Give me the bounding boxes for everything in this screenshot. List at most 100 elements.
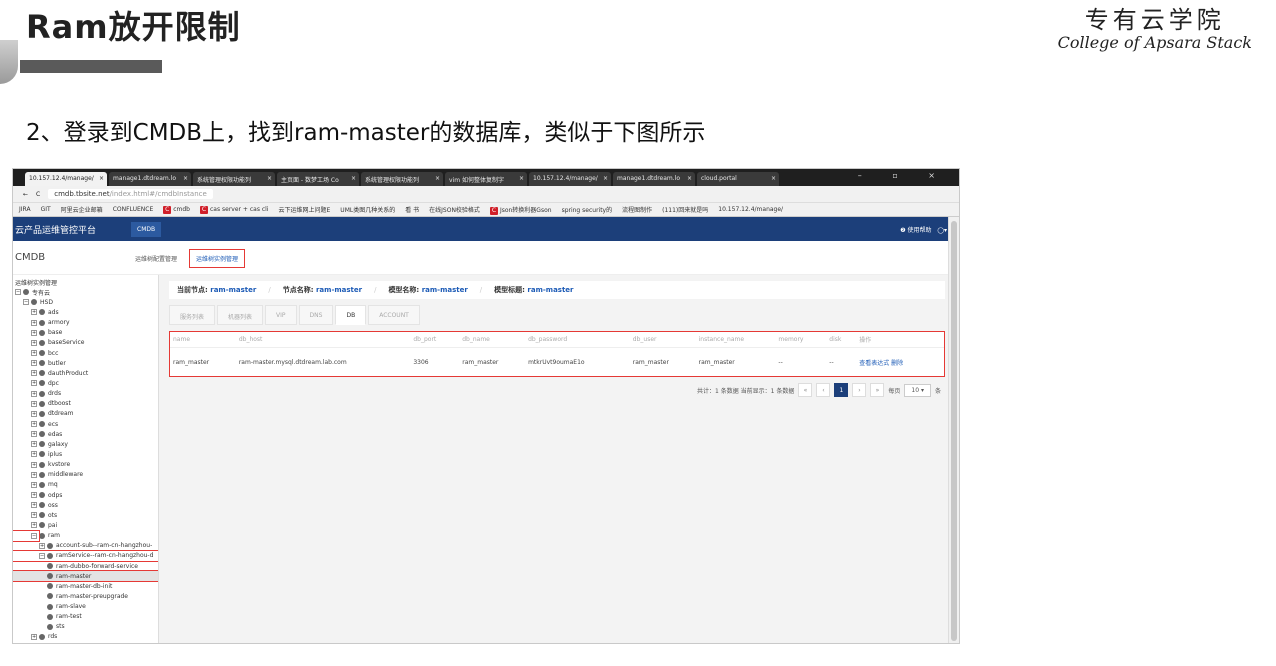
browser-tab[interactable]: 10.157.12.4/manage/ ×: [25, 172, 107, 186]
top-tab-cmdb[interactable]: CMDB: [131, 221, 162, 237]
close-icon[interactable]: ×: [519, 175, 524, 182]
tree-node[interactable]: + dtdream: [13, 409, 158, 419]
expand-icon[interactable]: +: [31, 339, 37, 346]
tree-node[interactable]: ram-master: [13, 570, 158, 583]
close-icon[interactable]: ×: [183, 175, 188, 182]
column-header[interactable]: db_password: [525, 336, 630, 343]
bookmark-item[interactable]: spring security的: [562, 205, 613, 214]
expand-icon[interactable]: +: [31, 633, 37, 640]
tree-node[interactable]: 运维树实例管理: [13, 277, 158, 287]
tab-服务列表[interactable]: 服务列表: [169, 305, 216, 325]
expand-icon[interactable]: +: [39, 542, 45, 549]
tab-vip[interactable]: VIP: [265, 305, 297, 325]
bookmark-item[interactable]: GIT: [41, 206, 51, 213]
close-icon[interactable]: ×: [99, 175, 104, 182]
help-link[interactable]: ❷ 使用帮助 ◯▾: [900, 225, 947, 234]
tree-node[interactable]: + dtboost: [13, 399, 158, 409]
bookmark-item[interactable]: (111)回来就是吗: [662, 205, 708, 214]
expand-icon[interactable]: +: [31, 350, 37, 357]
bookmark-item[interactable]: 云下运维网上问题E: [279, 205, 331, 214]
expand-icon[interactable]: +: [31, 431, 37, 438]
close-icon[interactable]: ×: [687, 175, 692, 182]
expand-icon[interactable]: +: [31, 370, 37, 377]
tree-node[interactable]: + ots: [13, 510, 158, 520]
tree-node[interactable]: + dauthProduct: [13, 368, 158, 378]
tree-node[interactable]: + rds: [13, 632, 158, 642]
expand-icon[interactable]: +: [31, 400, 37, 407]
tab-tree-config[interactable]: 运维树配置管理: [135, 254, 177, 263]
tree-node[interactable]: + baseService: [13, 338, 158, 348]
close-icon[interactable]: ×: [267, 175, 272, 182]
bookmark-item[interactable]: JIRA: [19, 206, 31, 213]
tree-node[interactable]: − HSD: [13, 297, 158, 307]
tree-node[interactable]: + butler: [13, 358, 158, 368]
browser-tab[interactable]: vim 如何整体复制字 ×: [445, 172, 527, 186]
tree-node[interactable]: + ads: [13, 307, 158, 317]
tree-node[interactable]: − 专有云: [13, 287, 158, 297]
expand-icon[interactable]: +: [31, 471, 37, 478]
browser-tab[interactable]: cloud.portal ×: [697, 172, 779, 186]
tree-node[interactable]: + pai: [13, 520, 158, 530]
bookmark-item[interactable]: Ccmdb: [163, 205, 190, 214]
tab-account[interactable]: ACCOUNT: [368, 305, 420, 325]
column-header[interactable]: db_port: [410, 336, 459, 343]
bookmark-item[interactable]: C Json转换利器Gson: [489, 205, 552, 215]
bookmark-item[interactable]: 10.157.12.4/manage/: [718, 206, 783, 213]
window-controls[interactable]: – ▫ ×: [858, 171, 949, 180]
user-menu[interactable]: ◯▾: [937, 227, 947, 234]
tree-node[interactable]: + dpc: [13, 378, 158, 388]
expand-icon[interactable]: +: [31, 441, 37, 448]
tree-node[interactable]: ram-master-preupgrade: [13, 591, 158, 601]
expand-icon[interactable]: +: [31, 410, 37, 417]
per-page-select[interactable]: 10 ▾: [904, 383, 931, 397]
bookmark-item[interactable]: CONFLUENCE: [113, 206, 154, 213]
browser-tab[interactable]: manage1.dtdream.lo ×: [613, 172, 695, 186]
reload-icon[interactable]: C: [36, 191, 40, 198]
expand-icon[interactable]: +: [31, 492, 37, 499]
expand-icon[interactable]: +: [31, 451, 37, 458]
back-icon[interactable]: ←: [23, 191, 28, 198]
tree-node[interactable]: + ecs: [13, 419, 158, 429]
column-header[interactable]: db_host: [236, 336, 411, 343]
pager-last-button[interactable]: »: [870, 383, 885, 397]
tree-node[interactable]: ram-slave: [13, 602, 158, 612]
bookmark-item[interactable]: 在线JSON校验格式: [429, 205, 480, 214]
bookmark-item[interactable]: Ccas server + cas cli: [200, 205, 269, 214]
collapse-icon[interactable]: −: [31, 532, 37, 539]
expand-icon[interactable]: +: [31, 309, 37, 316]
tree-node[interactable]: sts: [13, 622, 158, 632]
tree-node[interactable]: + middleware: [13, 470, 158, 480]
bookmark-item[interactable]: 看 书: [405, 205, 419, 214]
pager-prev-button[interactable]: ‹: [816, 383, 831, 397]
collapse-icon[interactable]: −: [23, 299, 29, 306]
expand-icon[interactable]: +: [31, 421, 37, 428]
close-icon[interactable]: ×: [603, 175, 608, 182]
expand-icon[interactable]: +: [31, 390, 37, 397]
collapse-icon[interactable]: −: [39, 552, 45, 559]
row-actions-link[interactable]: 查看表达式 删除: [856, 358, 944, 367]
tree-node[interactable]: + armory: [13, 318, 158, 328]
browser-tab[interactable]: manage1.dtdream.lo ×: [109, 172, 191, 186]
expand-icon[interactable]: +: [31, 512, 37, 519]
tree-node[interactable]: ram-master-db-init: [13, 581, 158, 591]
tree-node[interactable]: + iplus: [13, 449, 158, 459]
tree-node[interactable]: − ram: [13, 529, 60, 542]
column-header[interactable]: 操作: [856, 335, 944, 344]
collapse-icon[interactable]: −: [15, 289, 21, 296]
browser-tab[interactable]: 系统管理权限功能列 ×: [361, 172, 443, 186]
pager-first-button[interactable]: «: [798, 383, 813, 397]
tree-node[interactable]: + account-sub--ram-cn-hangzhou-: [13, 541, 158, 551]
tree-node[interactable]: + drds: [13, 389, 158, 399]
tab-机器列表[interactable]: 机器列表: [217, 305, 264, 325]
pager-next-button[interactable]: ›: [852, 383, 867, 397]
bookmark-item[interactable]: 阿里云企业邮箱: [61, 205, 103, 214]
expand-icon[interactable]: +: [31, 461, 37, 468]
expand-icon[interactable]: +: [31, 360, 37, 367]
tree-node[interactable]: − ramService--ram-cn-hangzhou-d: [13, 549, 158, 562]
tree-node[interactable]: + bcc: [13, 348, 158, 358]
close-icon[interactable]: ×: [771, 175, 776, 182]
close-icon[interactable]: ×: [435, 175, 440, 182]
scrollbar[interactable]: [948, 217, 959, 643]
expand-icon[interactable]: +: [31, 329, 37, 336]
tree-node[interactable]: + kvstore: [13, 460, 158, 470]
